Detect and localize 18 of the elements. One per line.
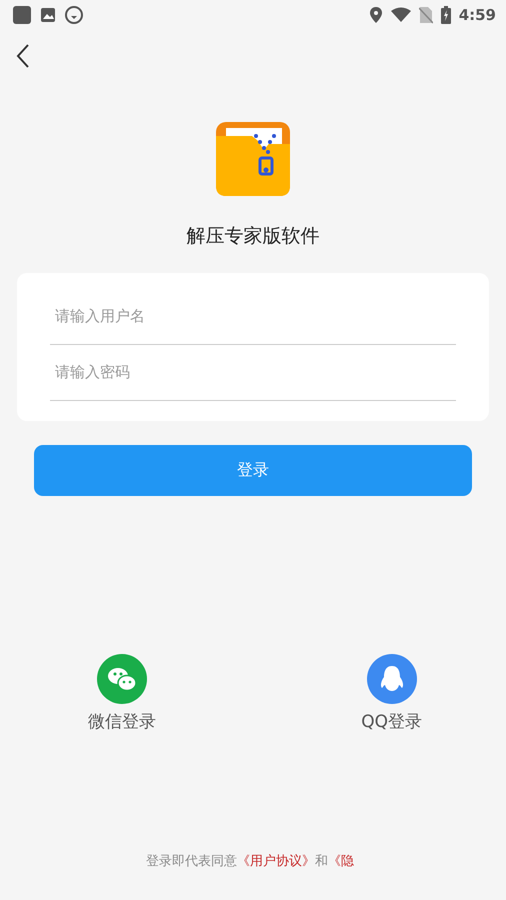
input-field[interactable]: 请输入用户名 bbox=[50, 288, 456, 344]
download-icon bbox=[64, 5, 84, 25]
image-icon bbox=[40, 7, 56, 23]
agreement-text: 登录即代表同意《用户协议》和《隐 bbox=[145, 853, 355, 871]
social-login-button[interactable]: QQ登录 bbox=[361, 654, 422, 735]
notification-icon bbox=[12, 5, 32, 25]
input-field[interactable]: 请输入密码 bbox=[50, 344, 456, 400]
battery-icon bbox=[440, 6, 451, 24]
status-time: 4:59 bbox=[458, 4, 496, 26]
agreement-link[interactable]: 《隐 bbox=[328, 854, 354, 869]
location-icon bbox=[368, 6, 383, 24]
login-button[interactable]: 登录 bbox=[34, 444, 472, 496]
agreement-link[interactable]: 《用户协议》 bbox=[237, 854, 315, 869]
wifi-icon bbox=[390, 7, 411, 23]
social-login-button[interactable]: 微信登录 bbox=[88, 654, 156, 735]
zip-folder-icon bbox=[216, 122, 290, 196]
app-name: 解压专家版软件 bbox=[186, 224, 320, 249]
no-sim-icon bbox=[418, 6, 433, 24]
